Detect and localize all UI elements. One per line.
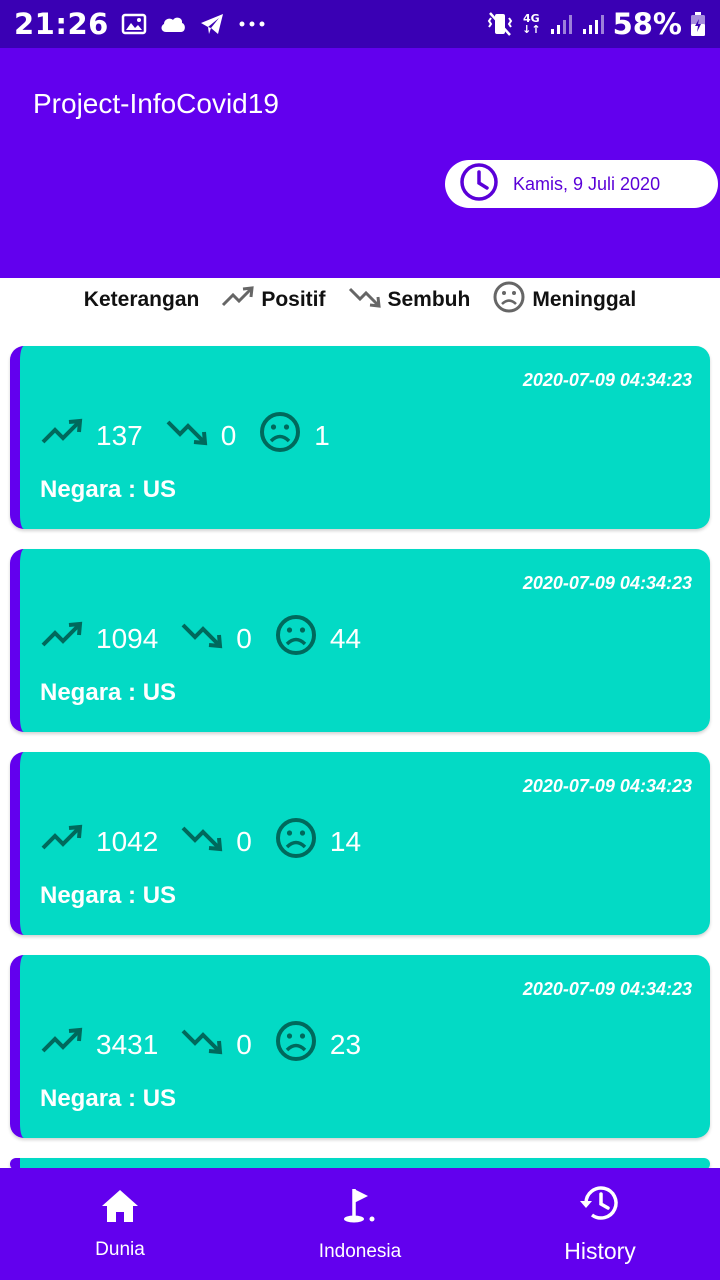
app-header: Project-InfoCovid19 Kamis, 9 Juli 2020 xyxy=(0,48,720,278)
recovered-count: 0 xyxy=(236,1028,252,1060)
positive-count: 1042 xyxy=(96,825,159,857)
card-stats: 137 0 1 xyxy=(40,410,352,461)
cloud-icon xyxy=(159,14,187,34)
telegram-icon xyxy=(199,12,225,36)
card-timestamp: 2020-07-09 04:34:23 xyxy=(522,979,692,999)
legend-recovered-label: Sembuh xyxy=(387,288,471,311)
case-card[interactable]: 2020-07-09 04:34:23 1094 0 44 Negara : U… xyxy=(10,549,710,732)
nav-dunia-label: Dunia xyxy=(95,1238,145,1260)
app-title: Project-InfoCovid19 xyxy=(33,88,279,119)
legend: Keterangan Positif Sembuh Meninggal xyxy=(0,280,720,320)
clock-icon xyxy=(459,162,499,206)
recovered-count: 0 xyxy=(236,622,252,654)
history-icon xyxy=(578,1183,622,1228)
trending-down-icon xyxy=(180,620,224,657)
home-icon xyxy=(100,1188,140,1229)
trending-up-icon xyxy=(40,417,84,454)
legend-title: Keterangan xyxy=(83,288,200,311)
card-stats: 1042 0 14 xyxy=(40,816,383,867)
case-card[interactable]: 2020-07-09 04:34:23 3431 0 23 Negara : U… xyxy=(10,955,710,1138)
network-type: 4G ↓↑ xyxy=(522,13,540,35)
card-country: Negara : US xyxy=(40,1085,177,1112)
golf-flag-icon xyxy=(340,1186,380,1231)
signal-icon-2 xyxy=(581,12,605,36)
trending-down-icon xyxy=(180,823,224,860)
trending-down-icon xyxy=(165,417,209,454)
trending-down-icon xyxy=(180,1026,224,1063)
card-country: Negara : US xyxy=(40,882,177,909)
card-country: Negara : US xyxy=(40,679,177,706)
trending-up-icon xyxy=(40,823,84,860)
card-timestamp: 2020-07-09 04:34:23 xyxy=(522,573,692,593)
status-bar: 21:26 4G ↓↑ 58% xyxy=(0,0,720,48)
bottom-navigation: Dunia Indonesia History xyxy=(0,1168,720,1280)
nav-indonesia-label: Indonesia xyxy=(318,1240,402,1262)
recovered-count: 0 xyxy=(236,825,252,857)
nav-history-label: History xyxy=(564,1238,636,1264)
trending-down-icon xyxy=(348,285,382,315)
more-notifications-icon xyxy=(237,19,267,29)
date-chip: Kamis, 9 Juli 2020 xyxy=(445,160,718,208)
status-left: 21:26 xyxy=(14,7,267,41)
legend-recovered: Sembuh xyxy=(348,285,471,315)
case-card[interactable]: 2020-07-09 04:34:23 137 0 1 Negara : US xyxy=(10,346,710,529)
trending-up-icon xyxy=(40,620,84,657)
sad-face-icon xyxy=(258,410,302,461)
card-stats: 1094 0 44 xyxy=(40,613,383,664)
card-country: Negara : US xyxy=(40,476,177,503)
case-list[interactable]: 2020-07-09 04:34:23 137 0 1 Negara : US … xyxy=(10,346,710,1190)
signal-icon-1 xyxy=(549,12,573,36)
death-count: 44 xyxy=(329,622,362,654)
sad-face-icon xyxy=(274,816,318,867)
sad-face-icon xyxy=(274,1019,318,1070)
trending-up-icon xyxy=(40,1026,84,1063)
legend-death-label: Meninggal xyxy=(532,288,637,311)
nav-history[interactable]: History xyxy=(480,1168,720,1280)
positive-count: 1094 xyxy=(96,622,159,654)
image-icon xyxy=(121,12,147,36)
death-count: 14 xyxy=(329,825,362,857)
battery-icon xyxy=(690,11,706,37)
positive-count: 137 xyxy=(96,419,143,451)
trending-up-icon xyxy=(221,285,255,315)
nav-indonesia[interactable]: Indonesia xyxy=(240,1168,480,1280)
positive-count: 3431 xyxy=(96,1028,159,1060)
data-arrows-icon: ↓↑ xyxy=(522,23,541,36)
status-time: 21:26 xyxy=(14,7,109,41)
card-timestamp: 2020-07-09 04:34:23 xyxy=(522,776,692,796)
card-timestamp: 2020-07-09 04:34:23 xyxy=(522,370,692,390)
battery-percent: 58% xyxy=(612,7,682,41)
recovered-count: 0 xyxy=(220,419,237,451)
vibrate-icon xyxy=(486,11,514,37)
sad-face-icon xyxy=(492,280,526,320)
legend-positive: Positif xyxy=(221,285,326,315)
card-stats: 3431 0 23 xyxy=(40,1019,383,1070)
nav-dunia[interactable]: Dunia xyxy=(0,1168,240,1280)
status-right: 4G ↓↑ 58% xyxy=(486,7,706,41)
legend-positive-label: Positif xyxy=(261,288,326,311)
case-card[interactable]: 2020-07-09 04:34:23 1042 0 14 Negara : U… xyxy=(10,752,710,935)
death-count: 23 xyxy=(329,1028,362,1060)
legend-death: Meninggal xyxy=(492,280,636,320)
sad-face-icon xyxy=(274,613,318,664)
death-count: 1 xyxy=(314,419,330,451)
current-date: Kamis, 9 Juli 2020 xyxy=(513,173,661,194)
